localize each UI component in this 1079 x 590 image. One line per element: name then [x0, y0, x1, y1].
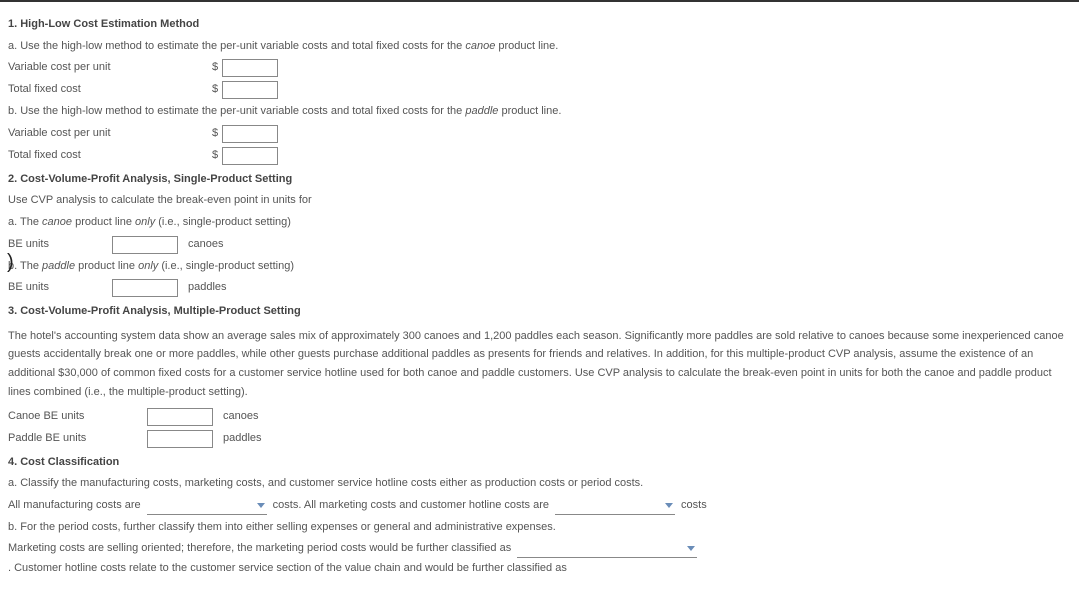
q3-paddle-input[interactable]	[147, 430, 213, 448]
q2b-em: paddle	[42, 260, 75, 272]
q1a-text: a. Use the high-low method to estimate t…	[8, 38, 1071, 56]
dollar-sign: $	[212, 81, 218, 99]
dollar-sign: $	[212, 147, 218, 165]
q4b-row: Marketing costs are selling oriented; th…	[8, 540, 1071, 578]
q2b-post: (i.e., single-product setting)	[158, 260, 294, 272]
q2b-em2: only	[138, 260, 158, 272]
q1b-fixed-input[interactable]	[222, 147, 278, 165]
q2-sub: Use CVP analysis to calculate the break-…	[8, 192, 1071, 210]
q2a-be-row: BE units canoes	[8, 236, 1071, 254]
q2b-be-row: BE units paddles	[8, 279, 1071, 297]
paddle-be-label: Paddle BE units	[8, 430, 143, 448]
q1a-varcost-input[interactable]	[222, 59, 278, 77]
q3-heading: 3. Cost-Volume-Profit Analysis, Multiple…	[8, 303, 1071, 321]
q2a-pre: a. The	[8, 216, 42, 228]
q1b-varcost-row: Variable cost per unit $	[8, 125, 1071, 143]
q3-para: The hotel's accounting system data show …	[8, 327, 1071, 402]
q2a-text: a. The canoe product line only (i.e., si…	[8, 214, 1071, 232]
fixed-label: Total fixed cost	[8, 81, 208, 99]
q2b-mid: product line	[75, 260, 138, 272]
chevron-down-icon	[257, 503, 265, 508]
q2b-text: b. The paddle product line only (i.e., s…	[8, 258, 1071, 276]
q4a-text: a. Classify the manufacturing costs, mar…	[8, 475, 1071, 493]
paddles-unit-3: paddles	[223, 430, 262, 448]
q4a-row: All manufacturing costs are costs. All m…	[8, 497, 1071, 515]
q2a-post: (i.e., single-product setting)	[155, 216, 291, 228]
chevron-down-icon	[687, 546, 695, 551]
q1b-fixed-row: Total fixed cost $	[8, 147, 1071, 165]
q2b-be-input[interactable]	[112, 279, 178, 297]
varcost-label-b: Variable cost per unit	[8, 125, 208, 143]
canoe-be-label: Canoe BE units	[8, 408, 143, 426]
q4a-3: costs	[681, 497, 707, 515]
paddles-unit: paddles	[188, 279, 227, 297]
q1b-text: b. Use the high-low method to estimate t…	[8, 103, 1071, 121]
canoes-unit: canoes	[188, 236, 223, 254]
q1a-fixed-input[interactable]	[222, 81, 278, 99]
q4a-select-2[interactable]	[555, 497, 675, 515]
q4-heading: 4. Cost Classification	[8, 454, 1071, 472]
q2a-em2: only	[135, 216, 155, 228]
canoes-unit-3: canoes	[223, 408, 258, 426]
q2-heading: 2. Cost-Volume-Profit Analysis, Single-P…	[8, 171, 1071, 189]
q1b-pre: b. Use the high-low method to estimate t…	[8, 105, 465, 117]
q2a-mid: product line	[72, 216, 135, 228]
q1b-varcost-input[interactable]	[222, 125, 278, 143]
dollar-sign: $	[212, 59, 218, 77]
be-label-a: BE units	[8, 236, 108, 254]
q1a-post: product line.	[495, 40, 558, 52]
q1b-post: product line.	[498, 105, 561, 117]
q3-paddle-row: Paddle BE units paddles	[8, 430, 1071, 448]
q1a-em: canoe	[465, 40, 495, 52]
varcost-label: Variable cost per unit	[8, 59, 208, 77]
q1b-em: paddle	[465, 105, 498, 117]
q4b-text: b. For the period costs, further classif…	[8, 519, 1071, 537]
q4a-select-1[interactable]	[147, 497, 267, 515]
q4a-2: costs. All marketing costs and customer …	[273, 497, 549, 515]
q1a-pre: a. Use the high-low method to estimate t…	[8, 40, 465, 52]
q4b-2: . Customer hotline costs relate to the c…	[8, 560, 567, 578]
chevron-down-icon	[665, 503, 673, 508]
q1a-fixed-row: Total fixed cost $	[8, 81, 1071, 99]
q4a-1: All manufacturing costs are	[8, 497, 141, 515]
q1a-varcost-row: Variable cost per unit $	[8, 59, 1071, 77]
fixed-label-b: Total fixed cost	[8, 147, 208, 165]
q1-heading: 1. High-Low Cost Estimation Method	[8, 16, 1071, 34]
q3-canoe-row: Canoe BE units canoes	[8, 408, 1071, 426]
q4b-1: Marketing costs are selling oriented; th…	[8, 540, 511, 558]
dollar-sign: $	[212, 125, 218, 143]
be-label-b: BE units	[8, 279, 108, 297]
q2a-be-input[interactable]	[112, 236, 178, 254]
q2a-em: canoe	[42, 216, 72, 228]
q4b-select-1[interactable]	[517, 540, 697, 558]
paren-decoration: )	[7, 246, 14, 278]
q3-canoe-input[interactable]	[147, 408, 213, 426]
